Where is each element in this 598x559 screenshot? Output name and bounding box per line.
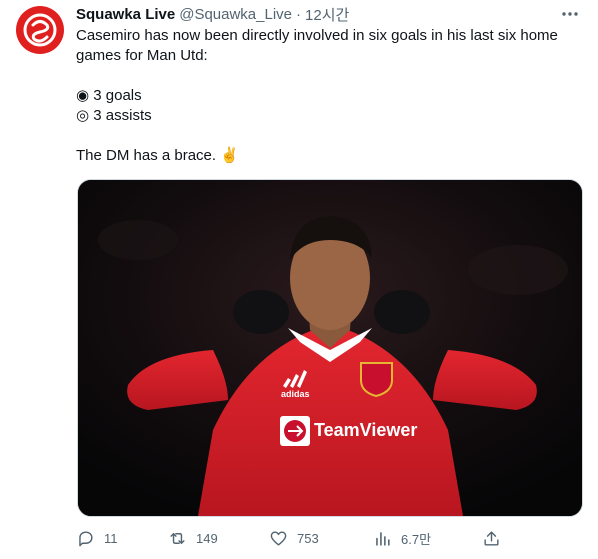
avatar[interactable] xyxy=(16,6,64,54)
stat-goals: ◉ 3 goals xyxy=(76,87,142,104)
reply-count: 11 xyxy=(104,530,118,546)
kit-brand-text: adidas xyxy=(281,389,310,399)
like-count: 753 xyxy=(297,530,319,546)
tweet-actions: 11 149 753 6.7만 xyxy=(76,528,581,548)
retweet-button[interactable]: 149 xyxy=(168,528,218,548)
player-photo xyxy=(78,180,582,516)
display-name[interactable]: Squawka Live xyxy=(76,6,175,23)
heart-icon xyxy=(270,530,287,546)
squawka-logo-icon xyxy=(23,13,57,47)
tweet-line: games for Man Utd: xyxy=(76,47,208,64)
sponsor-text: TeamViewer xyxy=(314,420,418,440)
stat-assists: ◎ 3 assists xyxy=(76,107,152,124)
more-dots-icon xyxy=(562,12,578,16)
separator-dot: · xyxy=(296,5,302,23)
share-icon xyxy=(484,530,499,546)
views-button[interactable]: 6.7만 xyxy=(373,528,431,548)
tweet-line: The DM has a brace. ✌️ xyxy=(76,147,239,164)
reply-button[interactable]: 11 xyxy=(76,528,118,548)
share-button[interactable] xyxy=(482,528,501,548)
timestamp[interactable]: 12시간 xyxy=(305,4,349,25)
tweet-text: Casemiro has now been directly involved … xyxy=(76,26,581,166)
tweet-line: Casemiro has now been directly involved … xyxy=(76,27,558,44)
retweet-count: 149 xyxy=(196,530,218,546)
like-button[interactable]: 753 xyxy=(269,528,319,548)
retweet-icon xyxy=(170,532,185,544)
tweet-header: Squawka Live @Squawka_Live · 12시간 xyxy=(76,4,349,24)
analytics-icon xyxy=(376,531,390,546)
more-options-button[interactable] xyxy=(560,4,580,24)
view-count: 6.7만 xyxy=(401,531,432,547)
user-handle[interactable]: @Squawka_Live xyxy=(179,6,292,23)
reply-icon xyxy=(79,530,93,546)
tweet-photo[interactable]: TeamViewer adidas xyxy=(77,179,583,517)
